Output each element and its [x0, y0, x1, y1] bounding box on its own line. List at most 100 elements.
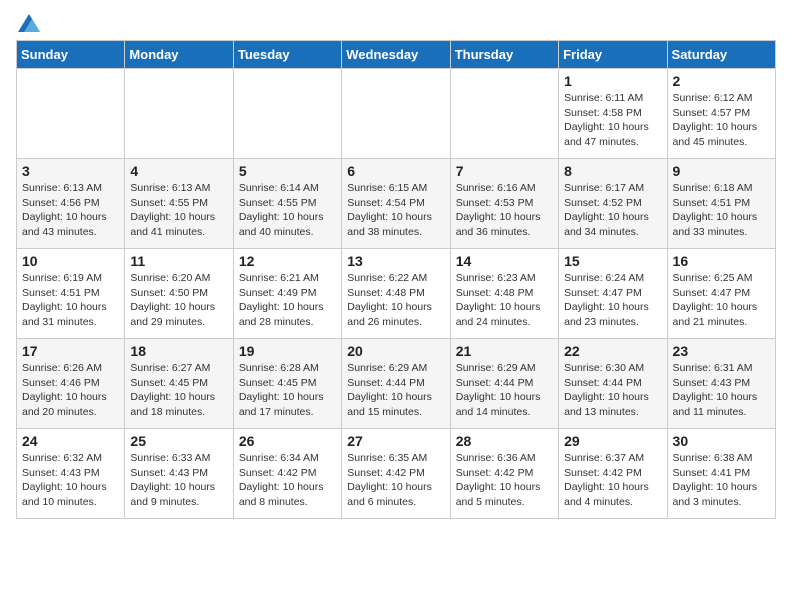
day-number: 4: [130, 163, 227, 179]
day-number: 10: [22, 253, 119, 269]
calendar-header-saturday: Saturday: [667, 41, 775, 69]
day-number: 12: [239, 253, 336, 269]
calendar-cell: 1 Sunrise: 6:11 AM Sunset: 4:58 PM Daylig…: [559, 69, 667, 159]
day-info: Sunrise: 6:23 AM Sunset: 4:48 PM Dayligh…: [456, 271, 553, 330]
calendar-cell: 14 Sunrise: 6:23 AM Sunset: 4:48 PM Dayli…: [450, 249, 558, 339]
calendar-header-sunday: Sunday: [17, 41, 125, 69]
day-info: Sunrise: 6:28 AM Sunset: 4:45 PM Dayligh…: [239, 361, 336, 420]
day-number: 11: [130, 253, 227, 269]
day-number: 7: [456, 163, 553, 179]
day-info: Sunrise: 6:25 AM Sunset: 4:47 PM Dayligh…: [673, 271, 770, 330]
calendar-header-monday: Monday: [125, 41, 233, 69]
day-info: Sunrise: 6:29 AM Sunset: 4:44 PM Dayligh…: [456, 361, 553, 420]
day-info: Sunrise: 6:37 AM Sunset: 4:42 PM Dayligh…: [564, 451, 661, 510]
day-number: 9: [673, 163, 770, 179]
calendar-cell: [450, 69, 558, 159]
calendar-cell: 4 Sunrise: 6:13 AM Sunset: 4:55 PM Daylig…: [125, 159, 233, 249]
calendar-week-2: 3 Sunrise: 6:13 AM Sunset: 4:56 PM Daylig…: [17, 159, 776, 249]
calendar-cell: 20Sunrise: 6:29 AM Sunset: 4:44 PM Dayli…: [342, 339, 450, 429]
day-number: 13: [347, 253, 444, 269]
day-number: 22: [564, 343, 661, 359]
calendar-week-5: 24 Sunrise: 6:32 AM Sunset: 4:43 PM Dayli…: [17, 429, 776, 519]
day-number: 17: [22, 343, 119, 359]
day-info: Sunrise: 6:19 AM Sunset: 4:51 PM Dayligh…: [22, 271, 119, 330]
calendar-header-tuesday: Tuesday: [233, 41, 341, 69]
day-info: Sunrise: 6:13 AM Sunset: 4:55 PM Dayligh…: [130, 181, 227, 240]
day-number: 24: [22, 433, 119, 449]
calendar-cell: 19 Sunrise: 6:28 AM Sunset: 4:45 PM Dayli…: [233, 339, 341, 429]
calendar-cell: 28 Sunrise: 6:36 AM Sunset: 4:42 PM Dayli…: [450, 429, 558, 519]
day-number: 14: [456, 253, 553, 269]
day-number: 28: [456, 433, 553, 449]
calendar-cell: 13Sunrise: 6:22 AM Sunset: 4:48 PM Dayli…: [342, 249, 450, 339]
day-info: Sunrise: 6:30 AM Sunset: 4:44 PM Dayligh…: [564, 361, 661, 420]
calendar-cell: 17 Sunrise: 6:26 AM Sunset: 4:46 PM Dayli…: [17, 339, 125, 429]
day-number: 1: [564, 73, 661, 89]
day-info: Sunrise: 6:36 AM Sunset: 4:42 PM Dayligh…: [456, 451, 553, 510]
day-number: 6: [347, 163, 444, 179]
calendar-cell: 29 Sunrise: 6:37 AM Sunset: 4:42 PM Dayli…: [559, 429, 667, 519]
day-info: Sunrise: 6:14 AM Sunset: 4:55 PM Dayligh…: [239, 181, 336, 240]
day-info: Sunrise: 6:12 AM Sunset: 4:57 PM Dayligh…: [673, 91, 770, 150]
day-info: Sunrise: 6:27 AM Sunset: 4:45 PM Dayligh…: [130, 361, 227, 420]
day-info: Sunrise: 6:32 AM Sunset: 4:43 PM Dayligh…: [22, 451, 119, 510]
day-info: Sunrise: 6:15 AM Sunset: 4:54 PM Dayligh…: [347, 181, 444, 240]
day-number: 27: [347, 433, 444, 449]
day-number: 30: [673, 433, 770, 449]
day-info: Sunrise: 6:18 AM Sunset: 4:51 PM Dayligh…: [673, 181, 770, 240]
calendar-cell: [233, 69, 341, 159]
day-number: 25: [130, 433, 227, 449]
calendar-header-thursday: Thursday: [450, 41, 558, 69]
calendar-cell: 10 Sunrise: 6:19 AM Sunset: 4:51 PM Dayli…: [17, 249, 125, 339]
day-info: Sunrise: 6:11 AM Sunset: 4:58 PM Dayligh…: [564, 91, 661, 150]
day-number: 18: [130, 343, 227, 359]
calendar-header-row: SundayMondayTuesdayWednesdayThursdayFrid…: [17, 41, 776, 69]
calendar-cell: 3 Sunrise: 6:13 AM Sunset: 4:56 PM Daylig…: [17, 159, 125, 249]
calendar-cell: 18 Sunrise: 6:27 AM Sunset: 4:45 PM Dayli…: [125, 339, 233, 429]
calendar-week-4: 17 Sunrise: 6:26 AM Sunset: 4:46 PM Dayli…: [17, 339, 776, 429]
calendar-week-3: 10 Sunrise: 6:19 AM Sunset: 4:51 PM Dayli…: [17, 249, 776, 339]
calendar-cell: [17, 69, 125, 159]
calendar-cell: 6 Sunrise: 6:15 AM Sunset: 4:54 PM Daylig…: [342, 159, 450, 249]
day-info: Sunrise: 6:17 AM Sunset: 4:52 PM Dayligh…: [564, 181, 661, 240]
day-info: Sunrise: 6:31 AM Sunset: 4:43 PM Dayligh…: [673, 361, 770, 420]
calendar-header-wednesday: Wednesday: [342, 41, 450, 69]
calendar-cell: 15Sunrise: 6:24 AM Sunset: 4:47 PM Dayli…: [559, 249, 667, 339]
calendar-cell: 12 Sunrise: 6:21 AM Sunset: 4:49 PM Dayli…: [233, 249, 341, 339]
day-number: 2: [673, 73, 770, 89]
calendar-cell: 25 Sunrise: 6:33 AM Sunset: 4:43 PM Dayli…: [125, 429, 233, 519]
day-number: 5: [239, 163, 336, 179]
calendar-cell: 23 Sunrise: 6:31 AM Sunset: 4:43 PM Dayli…: [667, 339, 775, 429]
day-number: 23: [673, 343, 770, 359]
day-info: Sunrise: 6:26 AM Sunset: 4:46 PM Dayligh…: [22, 361, 119, 420]
day-number: 15: [564, 253, 661, 269]
calendar-cell: 8 Sunrise: 6:17 AM Sunset: 4:52 PM Daylig…: [559, 159, 667, 249]
day-info: Sunrise: 6:16 AM Sunset: 4:53 PM Dayligh…: [456, 181, 553, 240]
page-header: [16, 16, 776, 28]
day-info: Sunrise: 6:21 AM Sunset: 4:49 PM Dayligh…: [239, 271, 336, 330]
calendar-cell: 11 Sunrise: 6:20 AM Sunset: 4:50 PM Dayli…: [125, 249, 233, 339]
calendar-week-1: 1 Sunrise: 6:11 AM Sunset: 4:58 PM Daylig…: [17, 69, 776, 159]
calendar-cell: 5 Sunrise: 6:14 AM Sunset: 4:55 PM Daylig…: [233, 159, 341, 249]
day-number: 19: [239, 343, 336, 359]
day-number: 3: [22, 163, 119, 179]
calendar-table: SundayMondayTuesdayWednesdayThursdayFrid…: [16, 40, 776, 519]
day-number: 29: [564, 433, 661, 449]
day-info: Sunrise: 6:35 AM Sunset: 4:42 PM Dayligh…: [347, 451, 444, 510]
day-number: 21: [456, 343, 553, 359]
calendar-body: 1 Sunrise: 6:11 AM Sunset: 4:58 PM Daylig…: [17, 69, 776, 519]
calendar-cell: 16Sunrise: 6:25 AM Sunset: 4:47 PM Dayli…: [667, 249, 775, 339]
day-info: Sunrise: 6:38 AM Sunset: 4:41 PM Dayligh…: [673, 451, 770, 510]
logo-icon: [18, 14, 40, 32]
calendar-cell: [342, 69, 450, 159]
day-info: Sunrise: 6:20 AM Sunset: 4:50 PM Dayligh…: [130, 271, 227, 330]
calendar-cell: 26Sunrise: 6:34 AM Sunset: 4:42 PM Dayli…: [233, 429, 341, 519]
day-info: Sunrise: 6:34 AM Sunset: 4:42 PM Dayligh…: [239, 451, 336, 510]
day-info: Sunrise: 6:33 AM Sunset: 4:43 PM Dayligh…: [130, 451, 227, 510]
calendar-cell: 7 Sunrise: 6:16 AM Sunset: 4:53 PM Daylig…: [450, 159, 558, 249]
day-info: Sunrise: 6:13 AM Sunset: 4:56 PM Dayligh…: [22, 181, 119, 240]
calendar-cell: 24 Sunrise: 6:32 AM Sunset: 4:43 PM Dayli…: [17, 429, 125, 519]
calendar-header-friday: Friday: [559, 41, 667, 69]
day-number: 8: [564, 163, 661, 179]
calendar-cell: 9 Sunrise: 6:18 AM Sunset: 4:51 PM Daylig…: [667, 159, 775, 249]
